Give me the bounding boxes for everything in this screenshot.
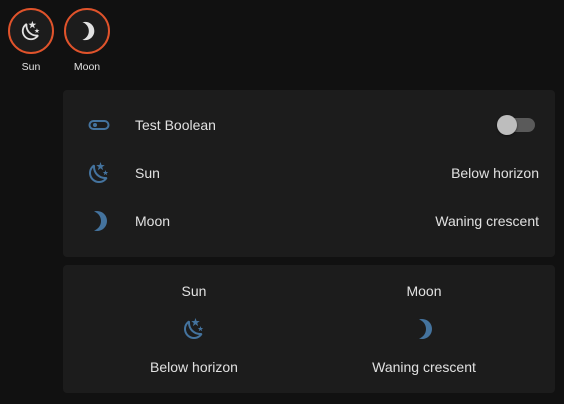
moon-icon: [87, 209, 111, 233]
moon-icon: [82, 21, 95, 41]
entity-state: Waning crescent: [435, 213, 539, 229]
entity-row-moon[interactable]: Moon Waning crescent: [63, 201, 555, 241]
badge-sun-circle[interactable]: [8, 8, 54, 54]
entity-name: Sun: [135, 165, 160, 181]
glance-state: Waning crescent: [372, 359, 476, 375]
entity-name: Test Boolean: [135, 117, 216, 133]
entities-card: Test Boolean Sun Below horizon Moon Wani…: [63, 90, 555, 257]
entity-name: Moon: [135, 213, 171, 229]
entity-row-sun[interactable]: Sun Below horizon: [63, 153, 555, 193]
toggle-thumb[interactable]: [497, 115, 517, 135]
glance-card: Sun Below horizon Moon Waning crescent: [63, 265, 555, 393]
badge-moon[interactable]: Moon: [64, 8, 110, 73]
badge-sun-label: Sun: [21, 61, 41, 73]
badge-moon-circle[interactable]: [64, 8, 110, 54]
test-boolean-toggle[interactable]: [497, 115, 535, 135]
glance-name: Sun: [181, 283, 207, 299]
glance-name: Moon: [406, 283, 442, 299]
weather-night-icon: [87, 161, 111, 185]
entity-row-test-boolean[interactable]: Test Boolean: [63, 105, 555, 145]
glance-state: Below horizon: [150, 359, 238, 375]
weather-night-icon: [21, 20, 40, 41]
dashboard: Sun Moon Test Boolean Sun Below horizon …: [0, 0, 564, 404]
weather-night-icon: [182, 317, 206, 341]
moon-icon: [412, 317, 436, 341]
toggle-switch-icon: [87, 113, 111, 137]
badge-moon-label: Moon: [73, 61, 101, 73]
badge-sun[interactable]: Sun: [8, 8, 54, 73]
entity-state: Below horizon: [451, 165, 539, 181]
